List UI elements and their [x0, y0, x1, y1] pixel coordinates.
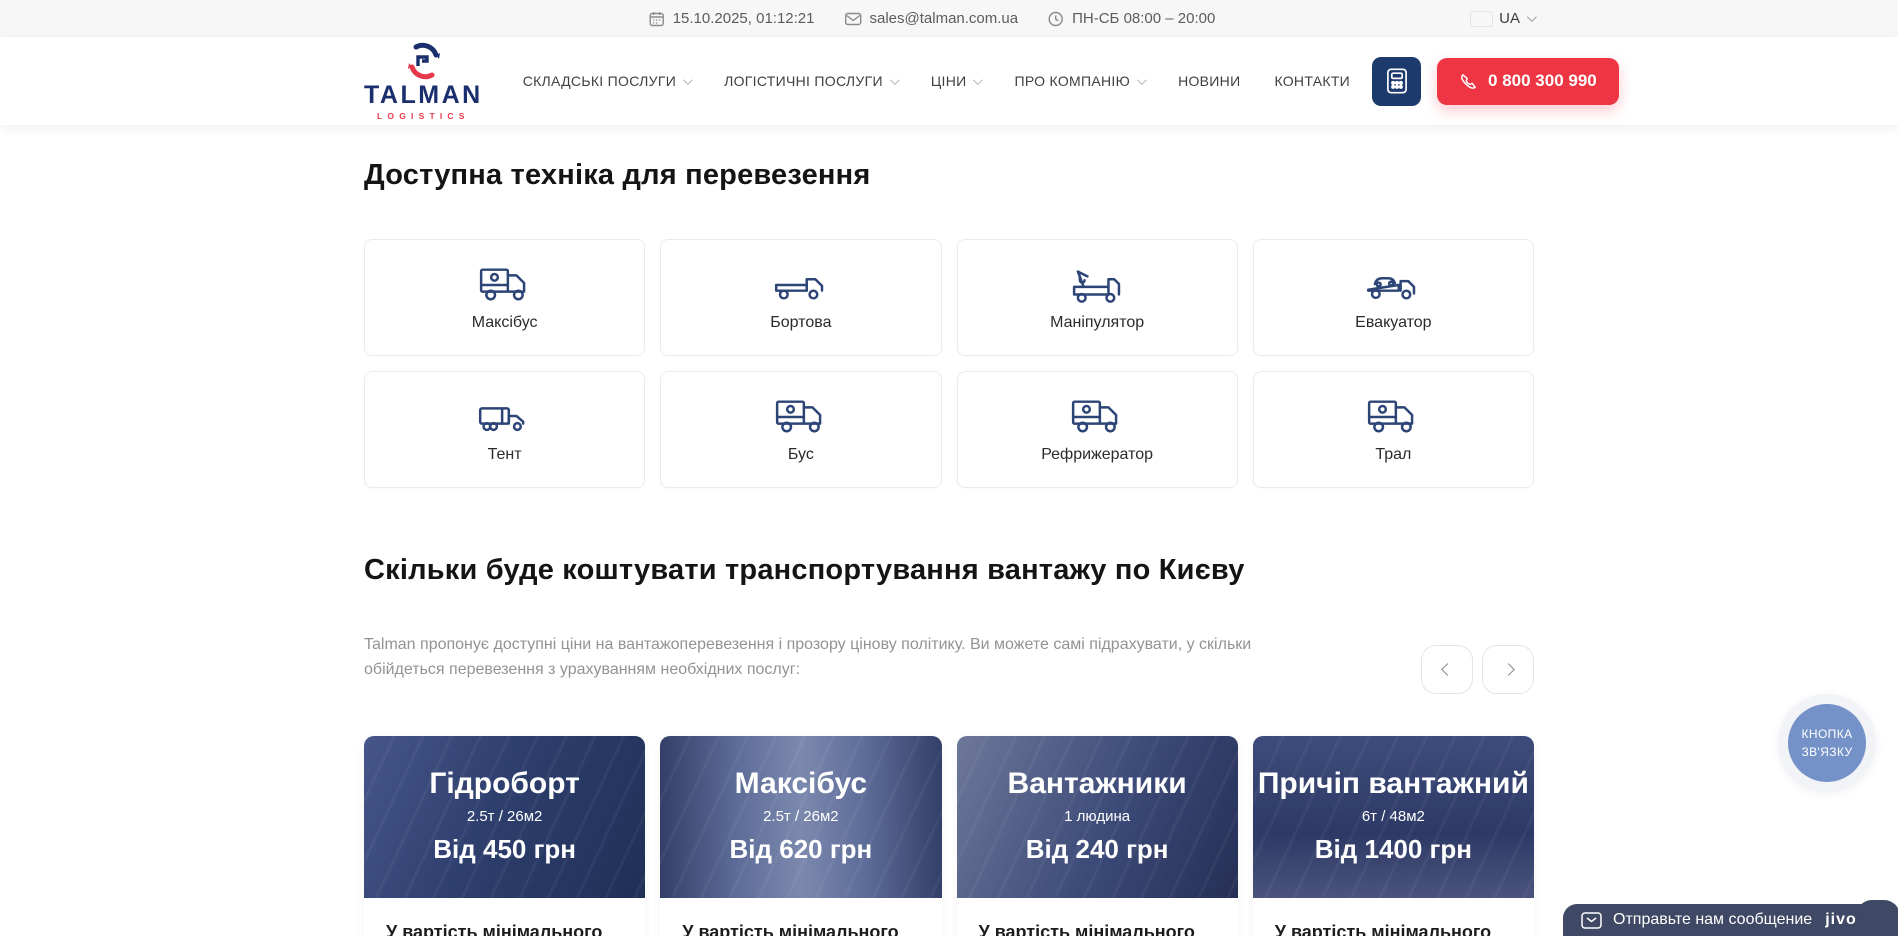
chevron-down-icon [1137, 75, 1147, 85]
price-card-photo: Вантажники 1 людина Від 240 грн [957, 736, 1238, 898]
box-truck-icon [1068, 395, 1126, 437]
language-selector[interactable]: UA [1471, 10, 1534, 27]
phone-number: 0 800 300 990 [1488, 71, 1597, 91]
topbar: 15.10.2025, 01:12:21 sales@talman.com.ua… [0, 0, 1898, 37]
chevron-down-icon [1527, 12, 1537, 22]
vehicle-card-refrigerator[interactable]: Рефрижератор [957, 371, 1238, 488]
chevron-down-icon [973, 75, 983, 85]
datetime-text: 15.10.2025, 01:12:21 [673, 10, 815, 27]
price-cards: Гідроборт 2.5т / 26м2 Від 450 грн У варт… [364, 736, 1534, 936]
price-card-vantazhnyky[interactable]: Вантажники 1 людина Від 240 грн У вартіс… [957, 736, 1238, 936]
calendar-icon [649, 11, 665, 27]
chevron-down-icon [890, 75, 900, 85]
nav-contacts[interactable]: КОНТАКТИ [1274, 73, 1350, 89]
nav-logistics-services[interactable]: ЛОГІСТИЧНІ ПОСЛУГИ [724, 73, 897, 89]
price-card-maksibus[interactable]: Максібус 2.5т / 26м2 Від 620 грн У варті… [660, 736, 941, 936]
nav-warehouse-services[interactable]: СКЛАДСЬКІ ПОСЛУГИ [523, 73, 690, 89]
vehicle-card-evakuator[interactable]: Евакуатор [1253, 239, 1534, 356]
price-card-photo: Гідроборт 2.5т / 26м2 Від 450 грн [364, 736, 645, 898]
carousel-next-button[interactable] [1482, 645, 1534, 694]
pricing-title: Скільки буде коштувати транспортування в… [364, 554, 1534, 587]
language-label: UA [1499, 10, 1520, 27]
tow-truck-icon [1364, 263, 1422, 305]
carousel-prev-button[interactable] [1421, 645, 1473, 694]
datetime: 15.10.2025, 01:12:21 [649, 10, 815, 27]
working-hours: ПН-СБ 08:00 – 20:00 [1048, 10, 1215, 27]
crane-truck-icon [1068, 263, 1126, 305]
flatbed-truck-icon [772, 263, 830, 305]
phone-button[interactable]: 0 800 300 990 [1437, 58, 1619, 105]
nav-news[interactable]: НОВИНИ [1178, 73, 1240, 89]
price-card-prychip[interactable]: Причіп вантажний 6т / 48м2 Від 1400 грн … [1253, 736, 1534, 936]
email[interactable]: sales@talman.com.ua [844, 10, 1018, 27]
email-text: sales@talman.com.ua [869, 10, 1018, 27]
vehicles-section: Доступна техніка для перевезення Максібу… [364, 125, 1534, 488]
ukraine-flag-icon [1471, 12, 1492, 26]
carousel-controls [1421, 645, 1534, 694]
price-card-photo: Причіп вантажний 6т / 48м2 Від 1400 грн [1253, 736, 1534, 898]
main-nav: СКЛАДСЬКІ ПОСЛУГИ ЛОГІСТИЧНІ ПОСЛУГИ ЦІН… [523, 73, 1350, 89]
hours-text: ПН-СБ 08:00 – 20:00 [1072, 10, 1215, 27]
tent-truck-icon [476, 395, 534, 437]
callback-label-line1: КНОПКА [1801, 725, 1852, 743]
vehicle-card-bortova[interactable]: Бортова [660, 239, 941, 356]
calculator-button[interactable] [1372, 57, 1421, 106]
vehicle-card-tent[interactable]: Тент [364, 371, 645, 488]
chevron-right-icon [1502, 663, 1515, 676]
logo-title: TALMAN [364, 83, 483, 108]
chat-message-label: Отправьте нам сообщение [1613, 911, 1812, 929]
nav-about[interactable]: ПРО КОМПАНІЮ [1014, 73, 1144, 89]
header: TALMAN LOGISTICS СКЛАДСЬКІ ПОСЛУГИ ЛОГІС… [0, 37, 1898, 125]
vehicle-card-bus[interactable]: Бус [660, 371, 941, 488]
price-card-photo: Максібус 2.5т / 26м2 Від 620 грн [660, 736, 941, 898]
jivo-logo: jivo [1825, 911, 1857, 929]
price-card-hidrobort[interactable]: Гідроборт 2.5т / 26м2 Від 450 грн У варт… [364, 736, 645, 936]
nav-prices[interactable]: ЦІНИ [931, 73, 981, 89]
chat-widget-bump [1856, 900, 1898, 936]
callback-button[interactable]: КНОПКА ЗВ'ЯЗКУ [1778, 694, 1876, 792]
vehicles-title: Доступна техніка для перевезення [364, 159, 1534, 192]
calculator-icon [1386, 68, 1408, 94]
callback-label-line2: ЗВ'ЯЗКУ [1801, 743, 1852, 761]
vehicle-card-manipulator[interactable]: Маніпулятор [957, 239, 1238, 356]
envelope-icon [844, 12, 861, 26]
chevron-down-icon [683, 75, 693, 85]
pricing-section: Скільки буде коштувати транспортування в… [364, 488, 1534, 936]
chat-widget[interactable]: Отправьте нам сообщение jivo [1563, 904, 1898, 936]
logo-subtitle: LOGISTICS [377, 111, 470, 121]
logo[interactable]: TALMAN LOGISTICS [364, 41, 483, 121]
vehicle-card-tral[interactable]: Трал [1253, 371, 1534, 488]
phone-icon [1459, 72, 1478, 91]
message-icon [1581, 912, 1602, 929]
vehicle-card-maksibus[interactable]: Максібус [364, 239, 645, 356]
box-truck-icon [772, 395, 830, 437]
chevron-left-icon [1441, 663, 1454, 676]
vehicles-grid: Максібус Бортова Маніпулятор Евакуатор Т… [364, 239, 1534, 488]
pricing-description: Talman пропонує доступні ціни на вантажо… [364, 633, 1279, 683]
logo-emblem-icon [402, 41, 444, 81]
clock-icon [1048, 11, 1064, 27]
box-truck-icon [1364, 395, 1422, 437]
box-truck-icon [476, 263, 534, 305]
